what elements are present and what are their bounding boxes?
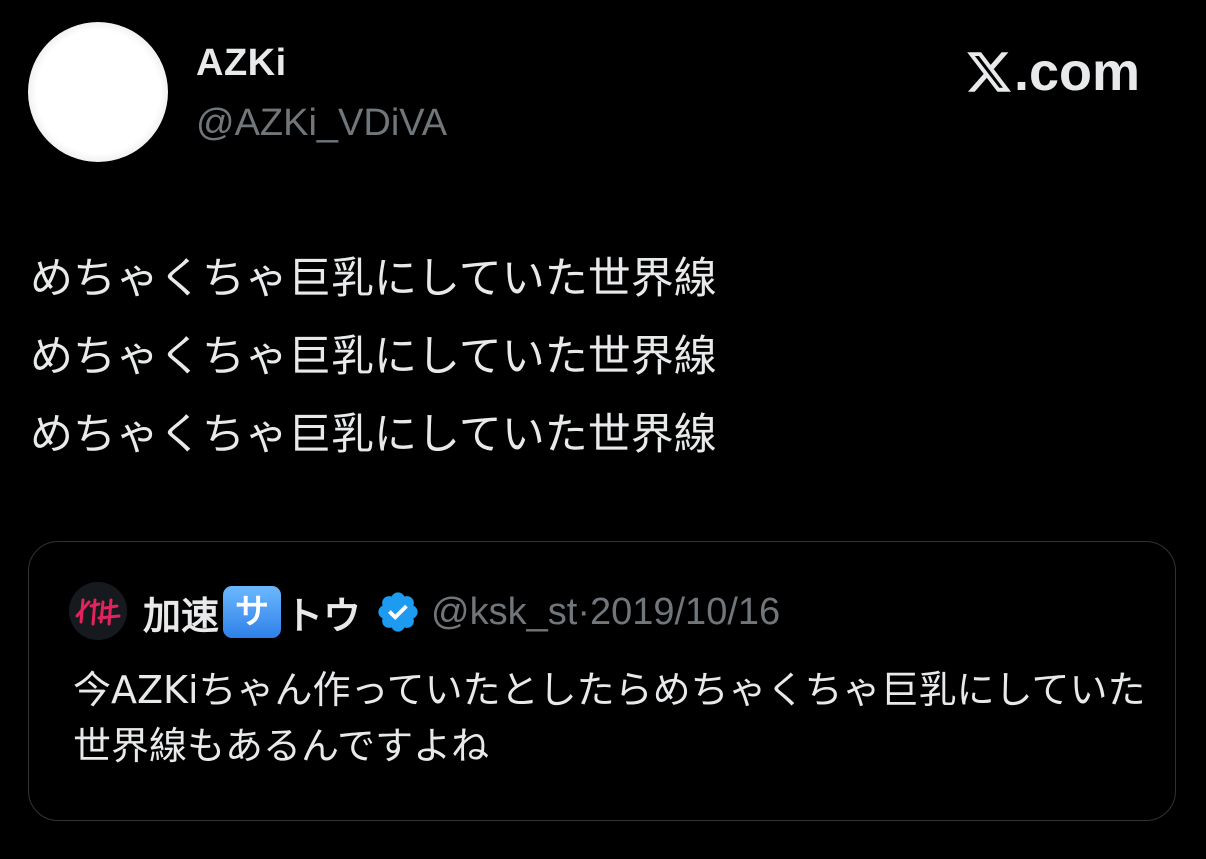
author-handle[interactable]: @AZKi_VDiVA	[196, 100, 447, 146]
quoted-tweet-card[interactable]: 加速 サ トウ @ksk_st·2019/10/16 今AZKiちゃん作っていた…	[28, 541, 1176, 821]
quote-header: 加速 サ トウ @ksk_st·2019/10/16	[143, 584, 780, 640]
meta-separator: ·	[577, 590, 590, 633]
tweet-line: めちゃくちゃ巨乳にしていた世界線	[30, 254, 717, 304]
quote-name-part1: 加速	[143, 593, 220, 638]
quote-avatar-logo-icon	[69, 582, 127, 640]
quote-meta: @ksk_st·2019/10/16	[431, 591, 780, 634]
tweet-text: めちゃくちゃ巨乳にしていた世界線 めちゃくちゃ巨乳にしていた世界線 めちゃくちゃ…	[30, 240, 717, 474]
tweet-line: めちゃくちゃ巨乳にしていた世界線	[30, 332, 717, 382]
quote-text: 今AZKiちゃん作っていたとしたらめちゃくちゃ巨乳にしていた世界線もあるんですよ…	[73, 668, 1146, 768]
quote-author-avatar[interactable]	[69, 582, 127, 640]
author-display-name[interactable]: AZKi	[196, 40, 287, 86]
x-logo-icon	[966, 46, 1012, 106]
quote-name-part2: トウ	[285, 593, 362, 638]
tweet-line: めちゃくちゃ巨乳にしていた世界線	[30, 410, 717, 460]
quote-author-name[interactable]: 加速 サ トウ	[143, 585, 361, 640]
name-emoji-badge: サ	[223, 586, 282, 638]
author-avatar[interactable]	[28, 22, 168, 162]
x-com-watermark: .com	[966, 42, 1140, 106]
verified-badge-icon	[375, 589, 421, 635]
quote-date[interactable]: 2019/10/16	[590, 591, 780, 633]
quote-author-handle[interactable]: @ksk_st	[431, 591, 577, 633]
brand-label: .com	[1014, 42, 1141, 102]
